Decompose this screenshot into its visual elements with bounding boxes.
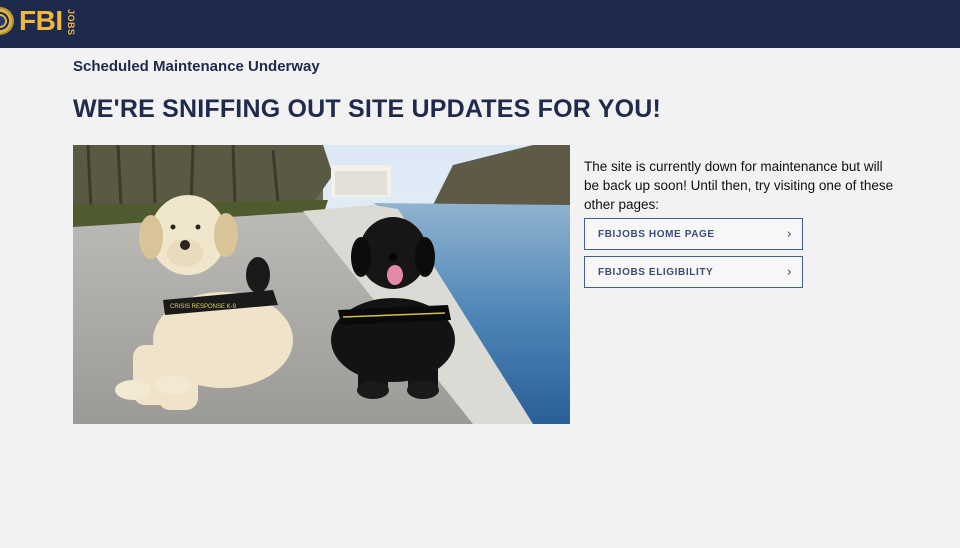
logo-text: FBI [19,5,63,36]
svg-text:CRISIS RESPONSE K-9: CRISIS RESPONSE K-9 [170,304,237,310]
logo-subtext: JOBS [65,9,76,36]
button-label: FBIJOBS ELIGIBILITY [598,266,714,278]
chevron-right-icon: › [786,264,792,280]
dogs-photo: CRISIS RESPONSE K-9 [73,145,570,424]
button-label: FBIJOBS HOME PAGE [598,228,715,240]
top-navigation-bar: FBI JOBS [0,0,960,48]
page-title: WE'RE SNIFFING OUT SITE UPDATES FOR YOU! [73,95,662,123]
fbi-seal-icon [0,7,14,35]
fbi-jobs-logo[interactable]: FBI JOBS [0,5,76,36]
chevron-right-icon: › [786,226,792,242]
fbijobs-eligibility-button[interactable]: FBIJOBS ELIGIBILITY › [584,256,803,288]
maintenance-notice: Scheduled Maintenance Underway [73,58,320,75]
maintenance-message: The site is currently down for maintenan… [584,159,894,212]
fbijobs-home-page-button[interactable]: FBIJOBS HOME PAGE › [584,218,803,250]
